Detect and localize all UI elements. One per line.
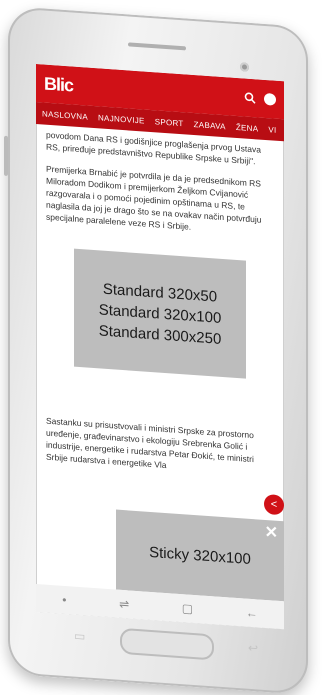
article-paragraph: Sastanku su prisustvovali i ministri Srp… (46, 415, 254, 471)
user-icon[interactable] (264, 92, 276, 106)
nav-item-vi[interactable]: VI (268, 125, 276, 135)
ad-size-label: Standard 300x250 (98, 321, 222, 348)
inline-ad-block[interactable]: Standard 320x50 Standard 320x100 Standar… (74, 248, 246, 379)
home-icon[interactable]: ▢ (182, 601, 193, 616)
nav-item-zabava[interactable]: ZABAVA (194, 119, 226, 130)
sticky-ad[interactable]: Sticky 320x100 ✕ (116, 509, 284, 602)
nav-item-najnovije[interactable]: NAJNOVIJE (98, 113, 145, 125)
recent-apps-key-icon[interactable]: ▭ (74, 629, 90, 644)
front-camera (240, 62, 249, 72)
share-icon: < (270, 498, 278, 511)
recent-apps-icon[interactable]: ⇌ (119, 597, 129, 612)
physical-home-button[interactable] (120, 627, 214, 661)
share-button[interactable]: < (264, 493, 284, 516)
article-body: povodom Dana RS i godišnjice proglašenja… (36, 124, 284, 239)
earpiece-speaker (128, 42, 186, 51)
search-icon[interactable] (244, 92, 256, 105)
nav-item-sport[interactable]: SPORT (155, 117, 184, 128)
close-icon[interactable]: ✕ (265, 522, 278, 543)
nav-item-zena[interactable]: ŽENA (236, 122, 259, 133)
phone-screen: Blic NASLOVNA NAJNOVIJE SPORT ZABAVA ŽEN… (36, 63, 284, 630)
back-icon[interactable]: ← (246, 606, 258, 621)
article-paragraph: Premijerka Brnabić je potvrdila je da je… (46, 163, 262, 232)
nav-item-naslovna[interactable]: NASLOVNA (42, 109, 88, 121)
sticky-ad-label: Sticky 320x100 (149, 543, 251, 568)
volume-button (4, 135, 8, 176)
site-logo[interactable]: Blic (44, 73, 73, 96)
phone-device: Blic NASLOVNA NAJNOVIJE SPORT ZABAVA ŽEN… (4, 6, 308, 695)
nav-dot-icon[interactable]: • (62, 593, 66, 607)
article-body-continued: Sastanku su prisustvovali i ministri Srp… (36, 364, 284, 479)
back-key-icon[interactable]: ↩ (248, 641, 264, 656)
header-icons (244, 92, 276, 106)
